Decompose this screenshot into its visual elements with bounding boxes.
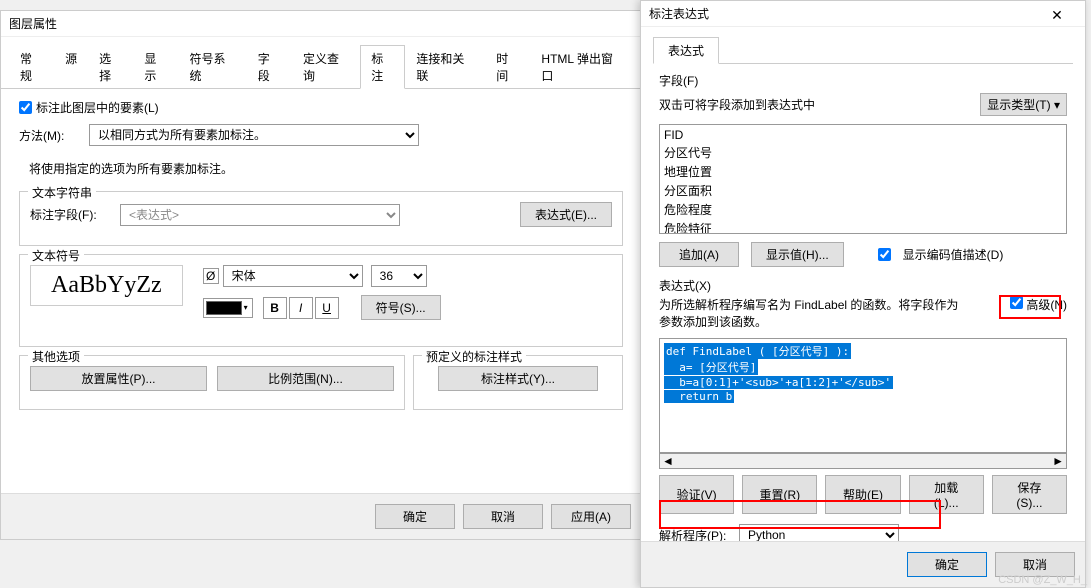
ok-button[interactable]: 确定 (375, 504, 455, 529)
chevron-down-icon: ▾ (1054, 98, 1060, 112)
symbol-button[interactable]: 符号(S)... (361, 295, 441, 320)
bold-button[interactable]: B (263, 297, 287, 319)
scroll-right-icon: ► (1052, 454, 1064, 468)
code-line: b=a[0:1]+'<sub>'+a[1:2]+'</sub>' (664, 376, 893, 389)
tab-symbology[interactable]: 符号系统 (178, 45, 246, 89)
left-footer: 确定 取消 应用(A) (1, 493, 641, 539)
chevron-down-icon: ▾ (244, 303, 248, 312)
apply-button[interactable]: 应用(A) (551, 504, 631, 529)
show-type-button[interactable]: 显示类型(T) ▾ (980, 93, 1067, 116)
underline-button[interactable]: U (315, 297, 339, 319)
fields-section-label: 字段(F) (659, 72, 1067, 89)
tab-select[interactable]: 选择 (88, 45, 133, 89)
code-line: return b (664, 390, 734, 403)
save-button[interactable]: 保存(S)... (992, 475, 1067, 514)
group4-title: 预定义的标注样式 (422, 348, 526, 365)
tab-fields[interactable]: 字段 (247, 45, 292, 89)
horizontal-scrollbar[interactable]: ◄► (659, 453, 1067, 469)
tab-defquery[interactable]: 定义查询 (292, 45, 360, 89)
titlebar-left: 图层属性 (1, 11, 641, 37)
tab-general[interactable]: 常规 (9, 45, 54, 89)
load-button[interactable]: 加载(L)... (909, 475, 984, 514)
placement-props-button[interactable]: 放置属性(P)... (30, 366, 207, 391)
tab-display[interactable]: 显示 (133, 45, 178, 89)
close-icon[interactable]: ✕ (1037, 2, 1077, 26)
append-button[interactable]: 追加(A) (659, 242, 739, 267)
code-line: def FindLabel ( [分区代号] ): (664, 343, 851, 359)
list-item[interactable]: 危险程度 (664, 200, 1062, 219)
group2-title: 文本符号 (28, 247, 84, 264)
titlebar-right: 标注表达式 ✕ (641, 1, 1085, 27)
list-item[interactable]: 分区面积 (664, 181, 1062, 200)
expression-buttons: 验证(V) 重置(R) 帮助(E) 加载(L)... 保存(S)... (659, 475, 1067, 514)
label-features-text: 标注此图层中的要素(L) (36, 99, 159, 116)
expression-section-label: 表达式(X) (659, 277, 1067, 294)
font-select[interactable]: 宋体 (223, 265, 363, 287)
expression-hint: 为所选解析程序编写名为 FindLabel 的函数。将字段作为参数添加到该函数。 (659, 296, 969, 330)
list-item[interactable]: FID (664, 127, 1062, 143)
show-values-button[interactable]: 显示值(H)... (751, 242, 844, 267)
advanced-checkbox[interactable] (1010, 296, 1023, 309)
hint-text: 将使用指定的选项为所有要素加标注。 (29, 160, 623, 177)
size-select[interactable]: 36 (371, 265, 427, 287)
font-icon: Ø (203, 268, 219, 284)
cancel-button[interactable]: 取消 (463, 504, 543, 529)
list-item[interactable]: 危险特征 (664, 219, 1062, 234)
label-field-label: 标注字段(F): (30, 206, 110, 223)
list-item[interactable]: 地理位置 (664, 162, 1062, 181)
label-expression-window: 标注表达式 ✕ 表达式 字段(F) 双击可将字段添加到表达式中 显示类型(T) … (640, 0, 1086, 588)
method-select[interactable]: 以相同方式为所有要素加标注。 (89, 124, 419, 146)
show-coded-checkbox[interactable] (878, 248, 891, 261)
ok-button[interactable]: 确定 (907, 552, 987, 577)
code-line: a= [分区代号] (664, 359, 758, 375)
expression-button[interactable]: 表达式(E)... (520, 202, 612, 227)
fields-listbox[interactable]: FID 分区代号 地理位置 分区面积 危险程度 危险特征 (659, 124, 1067, 234)
label-field-select[interactable]: <表达式> (120, 204, 400, 226)
text-symbol-group: 文本符号 AaBbYyZz Ø 宋体 36 ▾ B I (19, 254, 623, 347)
other-options-group: 其他选项 放置属性(P)... 比例范围(N)... (19, 355, 405, 410)
help-button[interactable]: 帮助(E) (825, 475, 900, 514)
reset-button[interactable]: 重置(R) (742, 475, 817, 514)
tab-time[interactable]: 时间 (485, 45, 530, 89)
layer-properties-window: 图层属性 常规 源 选择 显示 符号系统 字段 定义查询 标注 连接和关联 时间… (0, 10, 642, 540)
predefined-styles-group: 预定义的标注样式 标注样式(Y)... (413, 355, 623, 410)
scale-range-button[interactable]: 比例范围(N)... (217, 366, 394, 391)
color-picker[interactable]: ▾ (203, 298, 253, 318)
window-title: 图层属性 (9, 11, 57, 37)
text-string-group: 文本字符串 标注字段(F): <表达式> 表达式(E)... (19, 191, 623, 246)
list-item[interactable]: 分区代号 (664, 143, 1062, 162)
label-features-checkbox[interactable] (19, 101, 32, 114)
tab-label[interactable]: 标注 (360, 45, 405, 89)
label-style-button[interactable]: 标注样式(Y)... (438, 366, 598, 391)
scroll-left-icon: ◄ (662, 454, 674, 468)
expression-tab[interactable]: 表达式 (653, 37, 719, 64)
tab-html[interactable]: HTML 弹出窗口 (530, 45, 633, 89)
group3-title: 其他选项 (28, 348, 84, 365)
tab-joins[interactable]: 连接和关联 (405, 45, 485, 89)
watermark: CSDN @Z_W_H_ (998, 574, 1087, 586)
verify-button[interactable]: 验证(V) (659, 475, 734, 514)
expression-textarea[interactable]: def FindLabel ( [分区代号] ): a= [分区代号] b=a[… (659, 338, 1067, 453)
fields-hint: 双击可将字段添加到表达式中 (659, 96, 815, 113)
show-coded-label: 显示编码值描述(D) (903, 246, 1004, 263)
italic-button[interactable]: I (289, 297, 313, 319)
group1-title: 文本字符串 (28, 184, 96, 201)
font-preview: AaBbYyZz (30, 265, 183, 306)
advanced-label: 高级(N) (1026, 298, 1067, 312)
tab-source[interactable]: 源 (54, 45, 88, 89)
method-label: 方法(M): (19, 127, 79, 144)
inner-tabs: 表达式 (653, 33, 1073, 64)
window-title-right: 标注表达式 (649, 1, 709, 27)
tabs-bar: 常规 源 选择 显示 符号系统 字段 定义查询 标注 连接和关联 时间 HTML… (1, 37, 641, 89)
